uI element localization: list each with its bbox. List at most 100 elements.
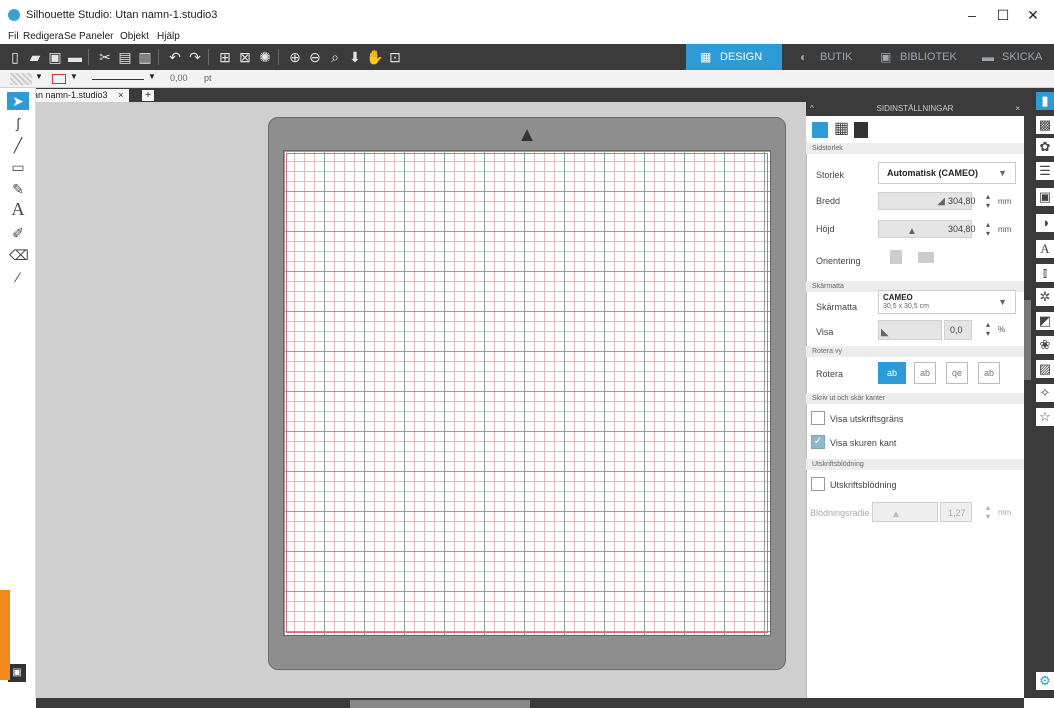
library-toggle-icon[interactable]: ▣: [8, 664, 26, 682]
offset-panel-icon[interactable]: ❀: [1036, 336, 1054, 354]
grid-mode-icon[interactable]: ▦: [834, 121, 849, 137]
transparency-panel-icon[interactable]: ◑: [1036, 214, 1054, 232]
fill-dropdown-icon[interactable]: ▼: [35, 72, 43, 81]
fill-swatch[interactable]: [10, 73, 32, 85]
redo-icon[interactable]: ↷: [186, 48, 204, 66]
zoom-out-icon[interactable]: ⊖: [306, 48, 324, 66]
line-color-dropdown-icon[interactable]: ▼: [70, 72, 78, 81]
text-tool-icon[interactable]: A: [9, 200, 27, 218]
pen-tool-icon[interactable]: ✎: [9, 180, 27, 198]
close-window-button[interactable]: ✕: [1018, 4, 1048, 26]
zoom-select-icon[interactable]: ⌕: [326, 48, 344, 66]
menu-redigera[interactable]: Redigera: [23, 30, 64, 44]
maximize-button[interactable]: ☐: [988, 4, 1018, 26]
width-stepper-icon[interactable]: ▴ ▾: [986, 192, 990, 210]
zoom-in-icon[interactable]: ⊕: [286, 48, 304, 66]
settings-gear-icon[interactable]: ⚙: [1036, 672, 1054, 690]
bleed-stepper-icon[interactable]: ▴ ▾: [986, 503, 990, 521]
fit-to-page-icon[interactable]: ⊡: [386, 48, 404, 66]
line-style-dropdown-icon[interactable]: ▼: [148, 72, 156, 81]
slider-thumb-icon[interactable]: ▲: [907, 226, 917, 237]
background-orange-strip: [0, 590, 10, 680]
panel-close-icon[interactable]: ×: [1015, 102, 1020, 116]
panel-scrollbar[interactable]: [1024, 300, 1031, 380]
copy-icon[interactable]: ▤: [116, 48, 134, 66]
replicate-panel-icon[interactable]: ✲: [1036, 288, 1054, 306]
add-tab-button[interactable]: +: [142, 90, 154, 101]
rotate-270-button[interactable]: ab: [978, 362, 1000, 384]
cut-icon[interactable]: ✂: [96, 48, 114, 66]
registration-marks-icon[interactable]: ▩: [1036, 116, 1054, 134]
menu-hjalp[interactable]: Hjälp: [157, 30, 180, 44]
height-stepper-icon[interactable]: ▴ ▾: [986, 220, 990, 238]
transparency-mode-icon[interactable]: [854, 122, 868, 138]
undo-icon[interactable]: ↶: [166, 48, 184, 66]
show-cut-edge-checkbox[interactable]: ✓: [811, 435, 825, 449]
slider-thumb-icon[interactable]: ◣: [881, 327, 889, 338]
document-tab-close[interactable]: ×: [118, 90, 123, 100]
line-style-sample[interactable]: [92, 79, 144, 80]
select-by-color-icon[interactable]: ✺: [256, 48, 274, 66]
modify-panel-icon[interactable]: ◩: [1036, 312, 1054, 330]
height-value[interactable]: 304,80: [948, 224, 976, 234]
trace-panel-icon[interactable]: ▨: [1036, 360, 1054, 378]
fill-panel-icon[interactable]: ✿: [1036, 138, 1054, 156]
rotate-90-button[interactable]: ab: [914, 362, 936, 384]
line-tool-icon[interactable]: ╱: [9, 136, 27, 154]
tab-butik[interactable]: ◐ BUTIK: [800, 44, 870, 70]
tab-design[interactable]: ▦ DESIGN: [686, 44, 782, 70]
slider-thumb-icon[interactable]: ▲: [891, 509, 901, 520]
point-edit-tool-icon[interactable]: ʃ: [9, 114, 27, 132]
line-style-panel-icon[interactable]: ☰: [1036, 162, 1054, 180]
eraser-tool-icon[interactable]: ⌫: [9, 246, 29, 264]
mat-dropdown[interactable]: CAMEO 30,5 x 30,5 cm ▼: [878, 290, 1016, 314]
width-value[interactable]: 304,80: [948, 196, 976, 206]
portrait-orientation-icon[interactable]: [890, 250, 902, 264]
menu-paneler[interactable]: Paneler: [79, 30, 113, 44]
select-tool-icon[interactable]: ➤: [7, 92, 29, 110]
show-value[interactable]: 0,0: [950, 325, 963, 335]
landscape-orientation-icon[interactable]: [918, 252, 934, 263]
rectangle-tool-icon[interactable]: ▭: [9, 158, 27, 176]
image-panel-icon[interactable]: ▣: [1036, 188, 1054, 206]
horizontal-scrollbar[interactable]: [36, 698, 1024, 708]
horizontal-scroll-thumb[interactable]: [350, 700, 530, 708]
show-slider[interactable]: ◣: [878, 320, 942, 340]
size-dropdown[interactable]: Automatisk (CAMEO) ▼: [878, 162, 1016, 184]
bleed-radius-slider[interactable]: ▲: [872, 502, 938, 522]
open-folder-icon[interactable]: ▰: [26, 48, 44, 66]
bleed-radius-value[interactable]: 1,27: [948, 508, 966, 518]
text-panel-icon[interactable]: A: [1036, 240, 1054, 258]
slider-thumb-icon[interactable]: ◢: [937, 196, 945, 207]
show-stepper-icon[interactable]: ▴ ▾: [986, 320, 990, 338]
print-bleed-checkbox[interactable]: [811, 477, 825, 491]
line-width-value[interactable]: 0,00: [170, 73, 188, 83]
pan-hand-icon[interactable]: ✋: [366, 48, 384, 66]
save-icon[interactable]: ▣: [46, 48, 64, 66]
print-icon[interactable]: ▬: [66, 48, 84, 66]
minimize-button[interactable]: –: [957, 4, 987, 26]
sketch-panel-icon[interactable]: ✧: [1036, 384, 1054, 402]
line-color-swatch[interactable]: [52, 74, 66, 84]
tab-bibliotek[interactable]: ▣ BIBLIOTEK: [880, 44, 970, 70]
rotate-0-button[interactable]: ab: [878, 362, 906, 384]
page-setup-mode-icon[interactable]: [812, 122, 828, 138]
page-settings-panel-icon[interactable]: ▮: [1036, 92, 1054, 110]
menu-objekt[interactable]: Objekt: [120, 30, 149, 44]
align-panel-icon[interactable]: ⫾: [1036, 264, 1054, 282]
line-width-unit: pt: [204, 73, 212, 83]
select-all-icon[interactable]: ⊞: [216, 48, 234, 66]
drag-zoom-icon[interactable]: ⬇: [346, 48, 364, 66]
eyedropper-tool-icon[interactable]: ∕: [9, 268, 27, 286]
rotate-180-button[interactable]: qe: [946, 362, 968, 384]
knife-tool-icon[interactable]: ✐: [9, 224, 27, 242]
favorites-panel-icon[interactable]: ☆: [1036, 408, 1054, 426]
menu-se[interactable]: Se: [64, 30, 76, 44]
show-print-border-checkbox[interactable]: [811, 411, 825, 425]
paste-icon[interactable]: ▥: [136, 48, 154, 66]
tab-skicka[interactable]: ▬ SKICKA: [982, 44, 1052, 70]
menu-fil[interactable]: Fil: [8, 30, 19, 44]
new-document-icon[interactable]: ▯: [6, 48, 24, 66]
deselect-icon[interactable]: ⊠: [236, 48, 254, 66]
panel-collapse-icon[interactable]: ^: [810, 102, 814, 116]
